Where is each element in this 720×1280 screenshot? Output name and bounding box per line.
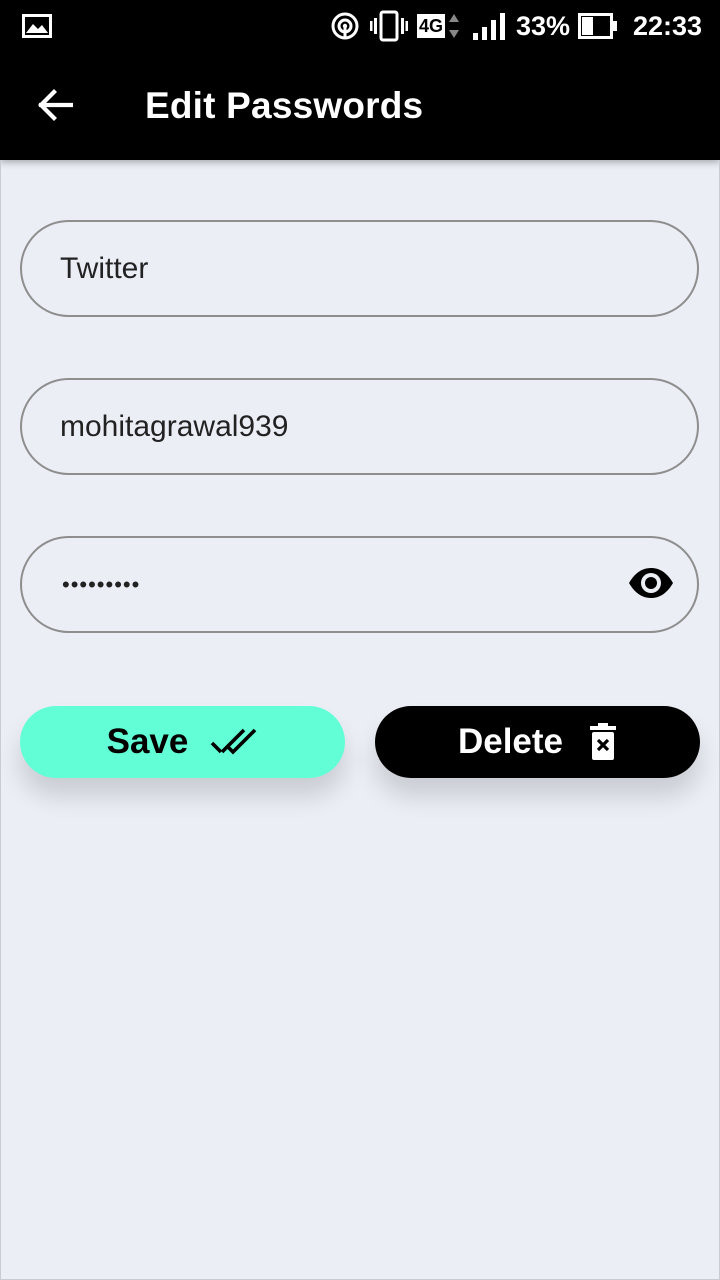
gallery-notification-icon [22, 0, 52, 52]
hotspot-icon [330, 0, 360, 52]
username-input[interactable] [60, 380, 620, 473]
password-field[interactable]: ••••••••• [20, 536, 699, 633]
network-type-icon: 4G [417, 0, 460, 52]
app-bar: Edit Passwords [0, 52, 720, 160]
back-button[interactable] [30, 82, 80, 132]
toggle-visibility-button[interactable] [627, 563, 675, 607]
site-name-field[interactable] [20, 220, 699, 317]
delete-button[interactable]: Delete [375, 706, 700, 778]
battery-icon [578, 0, 618, 52]
delete-button-label: Delete [457, 722, 564, 761]
clock: 22:33 [633, 10, 703, 41]
site-name-input[interactable] [60, 222, 620, 315]
double-check-icon [210, 727, 258, 757]
page-title: Edit Passwords [145, 85, 424, 126]
eye-icon [628, 567, 674, 604]
vibrate-icon [370, 0, 408, 52]
password-input[interactable]: ••••••••• [62, 538, 140, 631]
save-button[interactable]: Save [20, 706, 345, 778]
network-type-label: 4G [417, 14, 446, 38]
save-button-label: Save [106, 722, 189, 761]
delete-forever-icon [589, 723, 617, 761]
arrow-back-icon [37, 88, 74, 126]
signal-icon [472, 0, 508, 52]
status-bar: 4G 33% 22:33 [0, 0, 720, 52]
battery-percent: 33% [516, 10, 571, 41]
username-field[interactable] [20, 378, 699, 475]
